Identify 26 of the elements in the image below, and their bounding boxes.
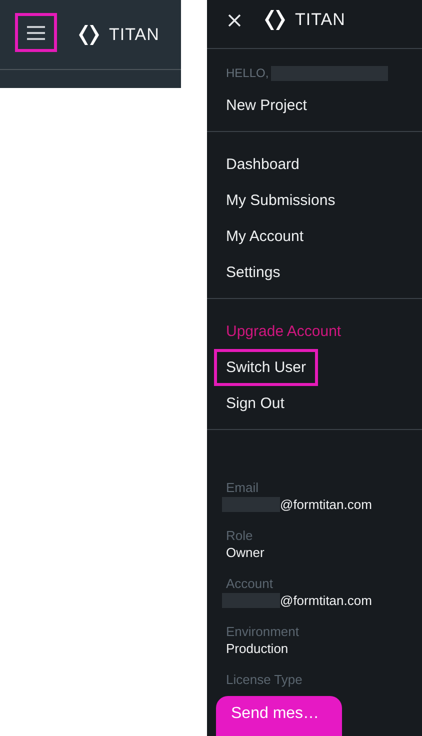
field-label: Role	[226, 528, 253, 544]
menu-icon	[27, 24, 45, 40]
menu-item[interactable]: New Project	[214, 86, 319, 124]
menu-item[interactable]: Settings	[214, 254, 292, 290]
menu-item[interactable]: My Submissions	[214, 182, 348, 218]
send-message-button[interactable]: Send mes…	[216, 696, 342, 736]
menu-item[interactable]: Switch User	[214, 348, 318, 386]
greeting-text: HELLO,	[226, 66, 269, 80]
field-label: License Type	[226, 672, 302, 688]
field-value: Owner	[226, 544, 264, 561]
close-icon	[228, 14, 241, 26]
field-value: Production	[226, 640, 288, 657]
logo-text: TITAN	[109, 24, 160, 44]
logo-icon	[263, 8, 287, 32]
menu-item[interactable]: My Account	[214, 218, 316, 254]
menu-button[interactable]	[15, 13, 57, 52]
close-button[interactable]	[228, 14, 241, 26]
menu-item[interactable]: Sign Out	[214, 384, 296, 422]
field-value: @formtitan.com	[280, 496, 372, 513]
menu-item[interactable]: Dashboard	[214, 146, 312, 182]
field-label: Environment	[226, 624, 299, 640]
field-value: @formtitan.com	[280, 592, 372, 609]
logo-icon	[77, 22, 101, 46]
logo-text: TITAN	[295, 10, 346, 30]
field-label: Email	[226, 480, 259, 496]
field-label: Account	[226, 576, 273, 592]
